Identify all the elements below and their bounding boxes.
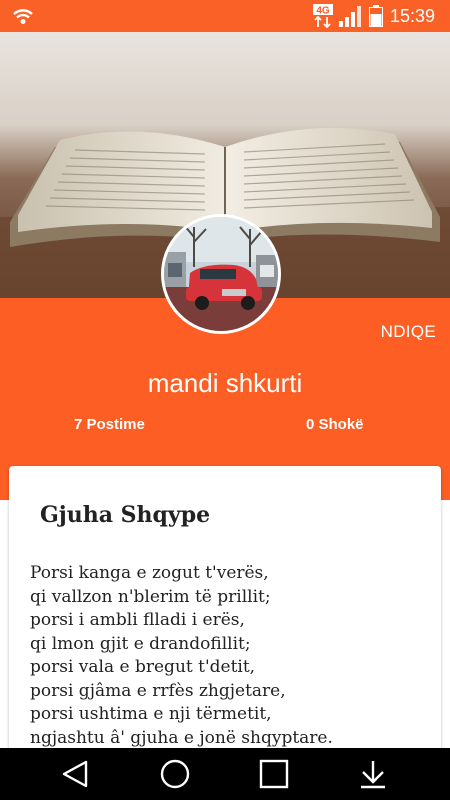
posts-count[interactable]: 7 Postime bbox=[74, 416, 145, 433]
recent-apps-icon[interactable] bbox=[258, 758, 290, 790]
post-line: porsi vala e bregut t'detit, bbox=[30, 657, 256, 677]
clock-time: 15:39 bbox=[390, 6, 436, 26]
username: mandi shkurti bbox=[147, 368, 303, 398]
post-line: Porsi kanga e zogut t'verës, bbox=[30, 563, 269, 583]
home-icon[interactable] bbox=[159, 758, 191, 790]
post-card[interactable]: Gjuha Shqype Porsi kanga e zogut t'verës… bbox=[9, 466, 441, 756]
network-type-label: 4G bbox=[316, 6, 330, 17]
friends-count[interactable]: 0 Shokë bbox=[306, 416, 364, 433]
post-line: porsi gjâma e rrfès zhgjetare, bbox=[30, 680, 286, 701]
notifications-down-icon[interactable] bbox=[357, 758, 389, 790]
wifi-icon bbox=[13, 9, 33, 24]
post-line: qi vallzon n'blerim të prillit; bbox=[30, 586, 271, 607]
battery-icon bbox=[369, 5, 383, 27]
post-line: porsi ushtima e nji tërmetit, bbox=[30, 704, 272, 724]
navigation-bar bbox=[0, 748, 450, 800]
post-line: qi lmon gjit e drandofillit; bbox=[30, 633, 251, 654]
follow-button[interactable]: NDIQE bbox=[381, 322, 436, 342]
post-line: ngjashtu â' gjuha e jonë shqyptare. bbox=[30, 727, 333, 748]
signal-icon bbox=[339, 6, 361, 27]
avatar[interactable] bbox=[161, 214, 281, 334]
lte-icon: 4G bbox=[313, 4, 333, 28]
post-line: porsi i ambli flladi i erës, bbox=[30, 610, 245, 630]
status-bar: 4G 15:39 bbox=[0, 0, 450, 32]
back-icon[interactable] bbox=[60, 758, 92, 790]
post-title: Gjuha Shqype bbox=[40, 502, 211, 528]
post-body: Porsi kanga e zogut t'verës, qi vallzon … bbox=[30, 562, 430, 750]
